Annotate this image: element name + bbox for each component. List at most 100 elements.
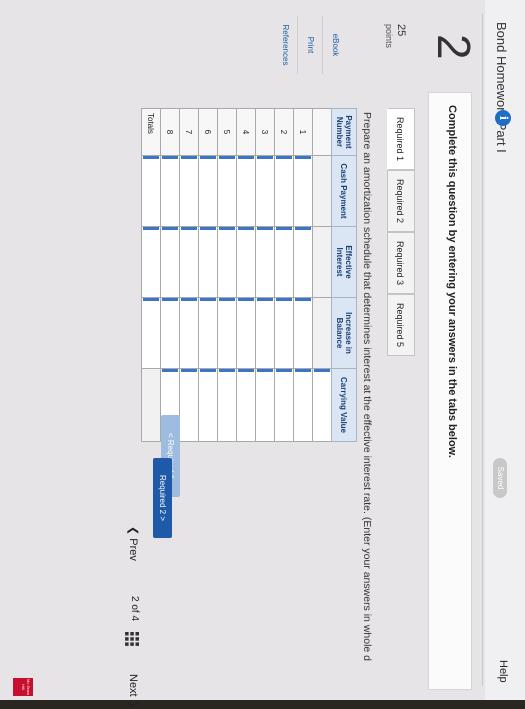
next-required-button[interactable]: Required 2 > <box>153 458 172 538</box>
mcgraw-hill-logo: Mc Graw Hill <box>13 678 33 696</box>
cash-payment-input[interactable] <box>238 156 254 226</box>
carrying-value-cell <box>274 368 294 442</box>
empty-cell <box>312 155 332 227</box>
cash-payment-input[interactable] <box>257 156 273 226</box>
carrying-value-input[interactable] <box>295 369 311 441</box>
total-cash-cell <box>141 155 161 227</box>
effective-interest-input[interactable] <box>295 227 311 297</box>
effective-interest-cell <box>274 226 294 298</box>
increase-cell <box>160 297 180 369</box>
effective-interest-cell <box>198 226 218 298</box>
increase-cell <box>179 297 199 369</box>
row-number: 1 <box>293 108 313 156</box>
increase-input[interactable] <box>257 298 273 368</box>
empty-cell <box>312 297 332 369</box>
prev-question-link[interactable]: ❮ Prev <box>127 526 140 561</box>
increase-input[interactable] <box>200 298 216 368</box>
total-increase-input[interactable] <box>143 298 159 368</box>
table-row: 3 <box>255 108 275 442</box>
carrying-value-input[interactable] <box>238 369 254 441</box>
points-value: 25 <box>395 24 407 37</box>
references-link[interactable]: References <box>273 16 298 74</box>
cash-payment-input[interactable] <box>276 156 292 226</box>
effective-interest-input[interactable] <box>219 227 235 297</box>
increase-input[interactable] <box>219 298 235 368</box>
prompt-text: Prepare an amortization schedule that de… <box>361 112 373 662</box>
tab-required-2[interactable]: Required 2 <box>387 170 415 232</box>
row-number: 8 <box>160 108 180 156</box>
carrying-value-input[interactable] <box>219 369 235 441</box>
ebook-link[interactable]: eBook <box>323 16 347 74</box>
increase-cell <box>217 297 237 369</box>
effective-interest-input[interactable] <box>162 227 178 297</box>
cash-payment-input[interactable] <box>162 156 178 226</box>
carrying-value-cell <box>312 368 332 442</box>
carrying-value-cell <box>198 368 218 442</box>
table-row: 2 <box>274 108 294 442</box>
tab-required-3[interactable]: Required 3 <box>387 232 415 294</box>
effective-interest-cell <box>236 226 256 298</box>
effective-interest-input[interactable] <box>181 227 197 297</box>
header-carrying-value: Carrying Value <box>331 368 357 442</box>
cash-payment-input[interactable] <box>219 156 235 226</box>
print-link[interactable]: Print <box>298 16 323 74</box>
row-number: 7 <box>179 108 199 156</box>
empty-cell <box>141 368 161 442</box>
carrying-value-input[interactable] <box>314 369 330 441</box>
next-question-link[interactable]: Next ❯ <box>127 674 140 709</box>
effective-interest-input[interactable] <box>276 227 292 297</box>
table-row <box>312 108 332 442</box>
effective-interest-cell <box>217 226 237 298</box>
total-increase-cell <box>141 297 161 369</box>
carrying-value-input[interactable] <box>276 369 292 441</box>
carrying-value-input[interactable] <box>257 369 273 441</box>
table-header-row: Payment Number Cash Payment Effective In… <box>331 108 357 442</box>
increase-input[interactable] <box>181 298 197 368</box>
effective-interest-input[interactable] <box>200 227 216 297</box>
side-menu: eBook Print References <box>273 16 347 74</box>
grid-icon[interactable] <box>125 632 139 646</box>
assignment-title: Bond Homework Part I <box>494 22 509 153</box>
effective-interest-cell <box>255 226 275 298</box>
cash-payment-cell <box>255 155 275 227</box>
increase-input[interactable] <box>238 298 254 368</box>
info-icon[interactable]: i <box>495 110 511 126</box>
cash-payment-cell <box>274 155 294 227</box>
increase-cell <box>255 297 275 369</box>
cash-payment-input[interactable] <box>295 156 311 226</box>
header-cash-payment: Cash Payment <box>331 155 357 227</box>
header-divider <box>482 14 483 686</box>
cash-payment-input[interactable] <box>200 156 216 226</box>
increase-input[interactable] <box>276 298 292 368</box>
totals-label: Totals <box>141 108 161 156</box>
carrying-value-input[interactable] <box>181 369 197 441</box>
next-label: Next <box>127 674 139 697</box>
tab-required-5[interactable]: Required 5 <box>387 294 415 356</box>
carrying-value-input[interactable] <box>200 369 216 441</box>
header-increase-in-balance: Increase in Balance <box>331 297 357 369</box>
cash-payment-cell <box>198 155 218 227</box>
question-number: 2 <box>428 34 480 60</box>
header-effective-interest: Effective Interest <box>331 226 357 298</box>
table-row: 1 <box>293 108 313 442</box>
saved-badge: Saved <box>493 458 507 498</box>
page-count: 2 of 4 <box>129 596 140 622</box>
homework-page: Bond Homework Part I i Saved Help 2 Comp… <box>0 0 525 709</box>
effective-interest-input[interactable] <box>257 227 273 297</box>
effective-interest-input[interactable] <box>238 227 254 297</box>
empty-cell <box>312 226 332 298</box>
carrying-value-cell <box>236 368 256 442</box>
help-link[interactable]: Help <box>497 660 509 683</box>
increase-input[interactable] <box>295 298 311 368</box>
cash-payment-cell <box>217 155 237 227</box>
instruction-text: Complete this question by entering your … <box>446 105 458 458</box>
tab-required-1[interactable]: Required 1 <box>387 108 415 170</box>
increase-input[interactable] <box>162 298 178 368</box>
table-row: 4 <box>236 108 256 442</box>
total-cash-input[interactable] <box>143 156 159 226</box>
total-interest-input[interactable] <box>143 227 159 297</box>
chevron-left-icon: ❮ <box>127 526 139 536</box>
cash-payment-cell <box>179 155 199 227</box>
cash-payment-input[interactable] <box>181 156 197 226</box>
effective-interest-cell <box>179 226 199 298</box>
